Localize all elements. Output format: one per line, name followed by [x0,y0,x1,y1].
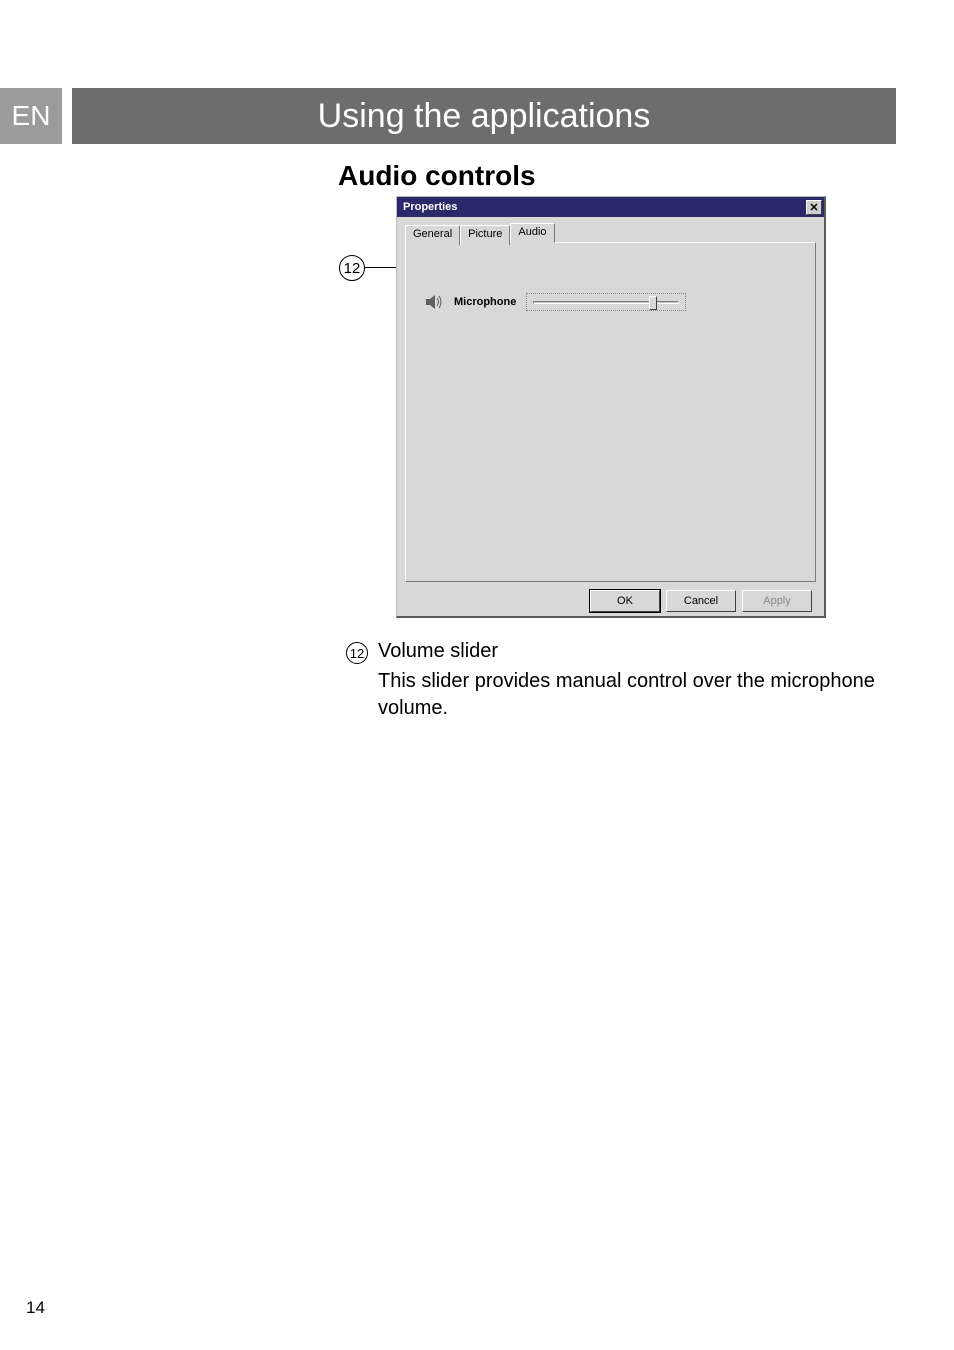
apply-button[interactable]: Apply [742,590,812,612]
tab-audio[interactable]: Audio [510,223,554,243]
page-number: 14 [26,1298,45,1318]
close-button[interactable]: ✕ [806,200,822,215]
section-title: Audio controls [338,160,536,192]
microphone-volume-slider[interactable] [526,293,686,311]
tab-panel-audio: Microphone [405,242,816,582]
dialog-title: Properties [403,201,457,213]
dialog-button-row: OK Cancel Apply [405,582,816,612]
tab-picture[interactable]: Picture [460,225,510,245]
cancel-button[interactable]: Cancel [666,590,736,612]
page-header: Using the applications [72,88,896,144]
ok-button[interactable]: OK [590,590,660,612]
description-block: 12 Volume slider This slider provides ma… [346,640,886,722]
language-tab: EN [0,88,62,144]
tab-general[interactable]: General [405,225,460,245]
callout-number-badge: 12 [339,255,365,281]
properties-dialog: Properties ✕ General Picture Audio Micro… [396,196,826,618]
dialog-body: General Picture Audio Microphone [397,217,824,620]
slider-track [533,301,679,304]
tab-strip: General Picture Audio [405,223,816,243]
close-icon: ✕ [809,201,818,214]
description-text: This slider provides manual control over… [378,668,886,722]
slider-thumb[interactable] [649,296,657,310]
description-title: Volume slider [378,640,498,663]
speaker-icon [426,295,444,309]
description-number-badge: 12 [346,642,368,664]
dialog-titlebar: Properties ✕ [397,197,824,217]
microphone-row: Microphone [426,293,686,311]
microphone-label: Microphone [454,296,516,308]
